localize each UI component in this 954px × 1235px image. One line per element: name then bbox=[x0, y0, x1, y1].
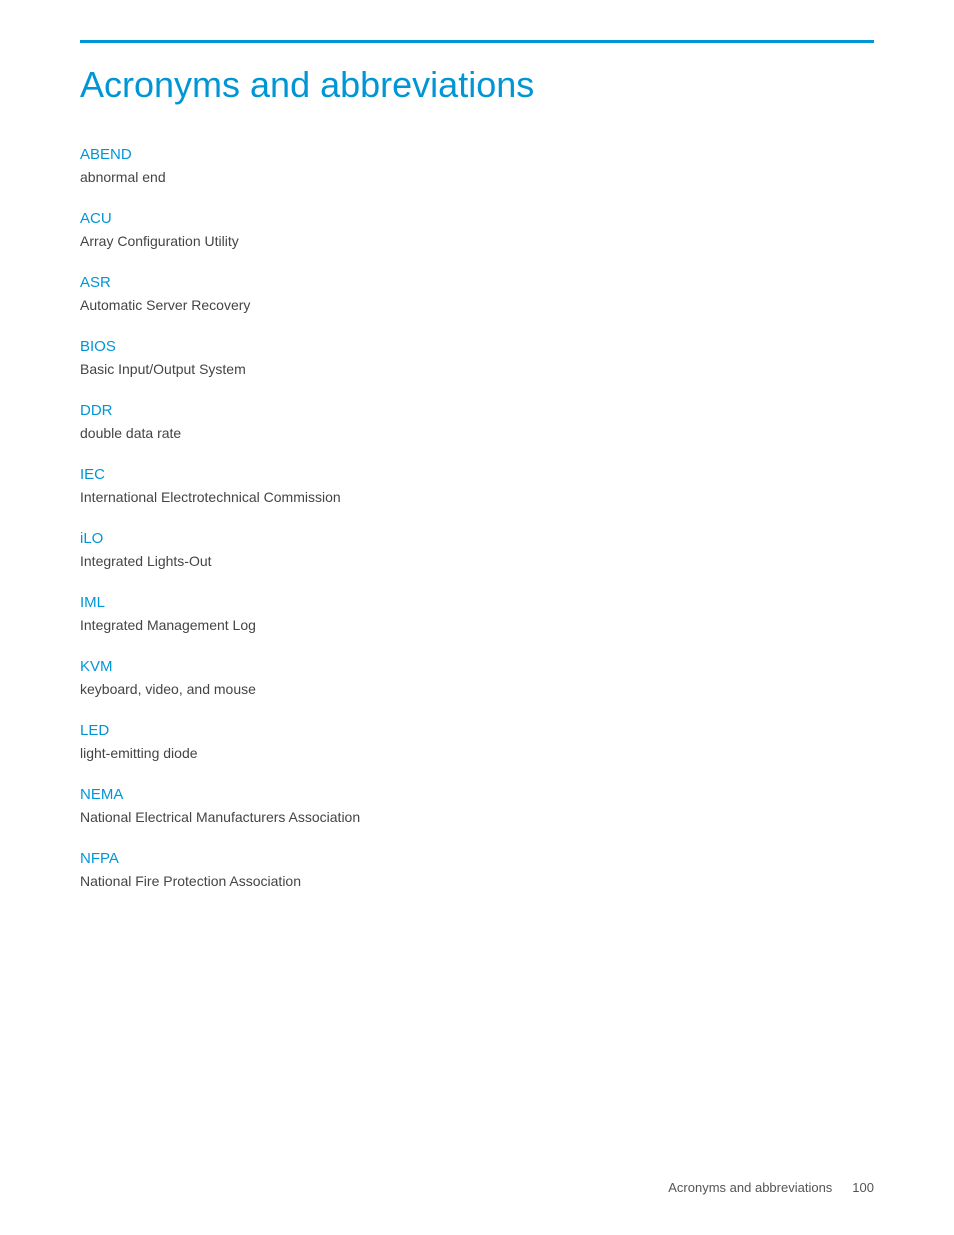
acronym-term: DDR bbox=[80, 402, 874, 419]
acronym-definition: light-emitting diode bbox=[80, 743, 874, 764]
acronym-term: ASR bbox=[80, 274, 874, 291]
acronym-definition: Array Configuration Utility bbox=[80, 231, 874, 252]
acronym-term: IEC bbox=[80, 466, 874, 483]
acronym-entry: NFPA National Fire Protection Association bbox=[80, 850, 874, 892]
footer-section-label: Acronyms and abbreviations bbox=[668, 1180, 832, 1195]
acronym-entry: IEC International Electrotechnical Commis… bbox=[80, 466, 874, 508]
acronym-entry: IML Integrated Management Log bbox=[80, 594, 874, 636]
acronym-definition: keyboard, video, and mouse bbox=[80, 679, 874, 700]
acronym-definition: Basic Input/Output System bbox=[80, 359, 874, 380]
acronym-entry: KVM keyboard, video, and mouse bbox=[80, 658, 874, 700]
acronym-entry: iLO Integrated Lights-Out bbox=[80, 530, 874, 572]
acronym-term: ABEND bbox=[80, 146, 874, 163]
acronym-definition: National Fire Protection Association bbox=[80, 871, 874, 892]
acronym-term: IML bbox=[80, 594, 874, 611]
acronym-term: KVM bbox=[80, 658, 874, 675]
footer-page-number: 100 bbox=[852, 1180, 874, 1195]
acronym-term: NFPA bbox=[80, 850, 874, 867]
acronym-term: BIOS bbox=[80, 338, 874, 355]
acronym-term: iLO bbox=[80, 530, 874, 547]
page-container: Acronyms and abbreviations ABEND abnormal… bbox=[0, 0, 954, 1235]
acronym-entry: DDR double data rate bbox=[80, 402, 874, 444]
acronym-entry: NEMA National Electrical Manufacturers As… bbox=[80, 786, 874, 828]
acronym-list: ABEND abnormal end ACU Array Configuration … bbox=[80, 146, 874, 892]
acronym-entry: ACU Array Configuration Utility bbox=[80, 210, 874, 252]
acronym-term: LED bbox=[80, 722, 874, 739]
acronym-definition: double data rate bbox=[80, 423, 874, 444]
acronym-entry: BIOS Basic Input/Output System bbox=[80, 338, 874, 380]
acronym-entry: LED light-emitting diode bbox=[80, 722, 874, 764]
acronym-definition: abnormal end bbox=[80, 167, 874, 188]
acronym-term: NEMA bbox=[80, 786, 874, 803]
acronym-definition: Integrated Lights-Out bbox=[80, 551, 874, 572]
page-footer: Acronyms and abbreviations 100 bbox=[668, 1180, 874, 1195]
page-title: Acronyms and abbreviations bbox=[80, 63, 874, 106]
acronym-definition: International Electrotechnical Commissio… bbox=[80, 487, 874, 508]
acronym-definition: Automatic Server Recovery bbox=[80, 295, 874, 316]
acronym-entry: ASR Automatic Server Recovery bbox=[80, 274, 874, 316]
acronym-definition: Integrated Management Log bbox=[80, 615, 874, 636]
acronym-term: ACU bbox=[80, 210, 874, 227]
top-border-rule bbox=[80, 40, 874, 43]
acronym-definition: National Electrical Manufacturers Associ… bbox=[80, 807, 874, 828]
acronym-entry: ABEND abnormal end bbox=[80, 146, 874, 188]
